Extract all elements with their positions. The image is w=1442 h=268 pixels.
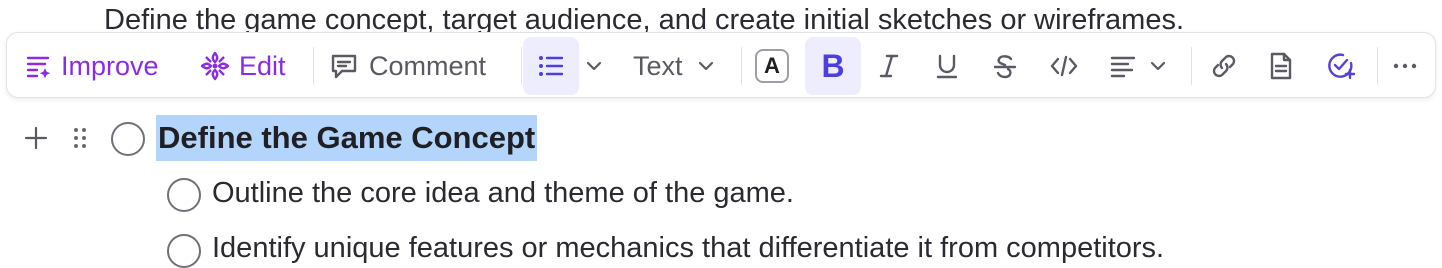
add-block-button[interactable]	[22, 124, 50, 157]
text-color-button[interactable]: A	[755, 37, 789, 95]
strikethrough-button[interactable]	[991, 37, 1019, 95]
document-button[interactable]	[1267, 37, 1295, 95]
document-icon	[1267, 51, 1295, 81]
italic-button[interactable]	[875, 37, 903, 95]
subtask-text[interactable]: Outline the core idea and theme of the g…	[212, 177, 794, 210]
ai-lines-icon	[25, 52, 53, 80]
toolbar-divider	[521, 47, 522, 85]
plus-icon	[22, 126, 50, 156]
more-options-button[interactable]	[1391, 37, 1419, 95]
edit-button[interactable]: Edit	[199, 37, 286, 95]
task-check-icon	[1325, 50, 1357, 82]
underline-button[interactable]	[933, 37, 961, 95]
code-icon	[1049, 52, 1079, 80]
heading-text[interactable]: Define the Game Concept	[156, 115, 538, 161]
formatting-toolbar: Improve Edit Comment Text A B	[6, 32, 1436, 98]
chevron-down-icon	[695, 55, 717, 77]
subtask-text[interactable]: Identify unique features or mechanics th…	[212, 232, 1164, 265]
toolbar-divider	[1377, 47, 1378, 85]
code-button[interactable]	[1049, 37, 1079, 95]
strikethrough-icon	[991, 52, 1019, 80]
toolbar-divider	[313, 47, 314, 85]
drag-handle-icon	[70, 128, 90, 154]
list-type-dropdown[interactable]	[583, 37, 605, 95]
subtask-checkbox[interactable]	[167, 234, 201, 268]
comment-label: Comment	[369, 50, 487, 81]
text-style-dropdown[interactable]: Text	[633, 37, 717, 95]
chevron-down-icon	[1147, 55, 1169, 77]
bulleted-list-button[interactable]	[523, 37, 579, 95]
create-task-button[interactable]	[1325, 37, 1357, 95]
ai-flower-icon	[199, 50, 231, 82]
drag-handle[interactable]	[70, 126, 90, 155]
improve-button[interactable]: Improve	[25, 37, 159, 95]
comment-button[interactable]: Comment	[329, 37, 486, 95]
improve-label: Improve	[61, 50, 159, 81]
subtask-checkbox[interactable]	[167, 178, 201, 212]
link-button[interactable]	[1209, 37, 1239, 95]
toolbar-divider	[741, 47, 742, 85]
italic-icon	[875, 52, 903, 80]
underline-icon	[933, 52, 961, 80]
bold-icon: B	[821, 47, 845, 84]
bulleted-list-icon	[536, 51, 566, 81]
align-button[interactable]	[1109, 37, 1169, 95]
more-icon	[1391, 61, 1419, 71]
toolbar-divider	[1191, 47, 1192, 85]
link-icon	[1209, 51, 1239, 81]
text-color-icon: A	[755, 49, 789, 83]
comment-icon	[329, 51, 359, 81]
bold-button[interactable]: B	[805, 37, 861, 95]
edit-label: Edit	[239, 50, 286, 81]
chevron-down-icon	[583, 55, 605, 77]
task-checkbox[interactable]	[111, 122, 145, 156]
text-style-label: Text	[633, 50, 683, 81]
align-left-icon	[1109, 52, 1137, 80]
